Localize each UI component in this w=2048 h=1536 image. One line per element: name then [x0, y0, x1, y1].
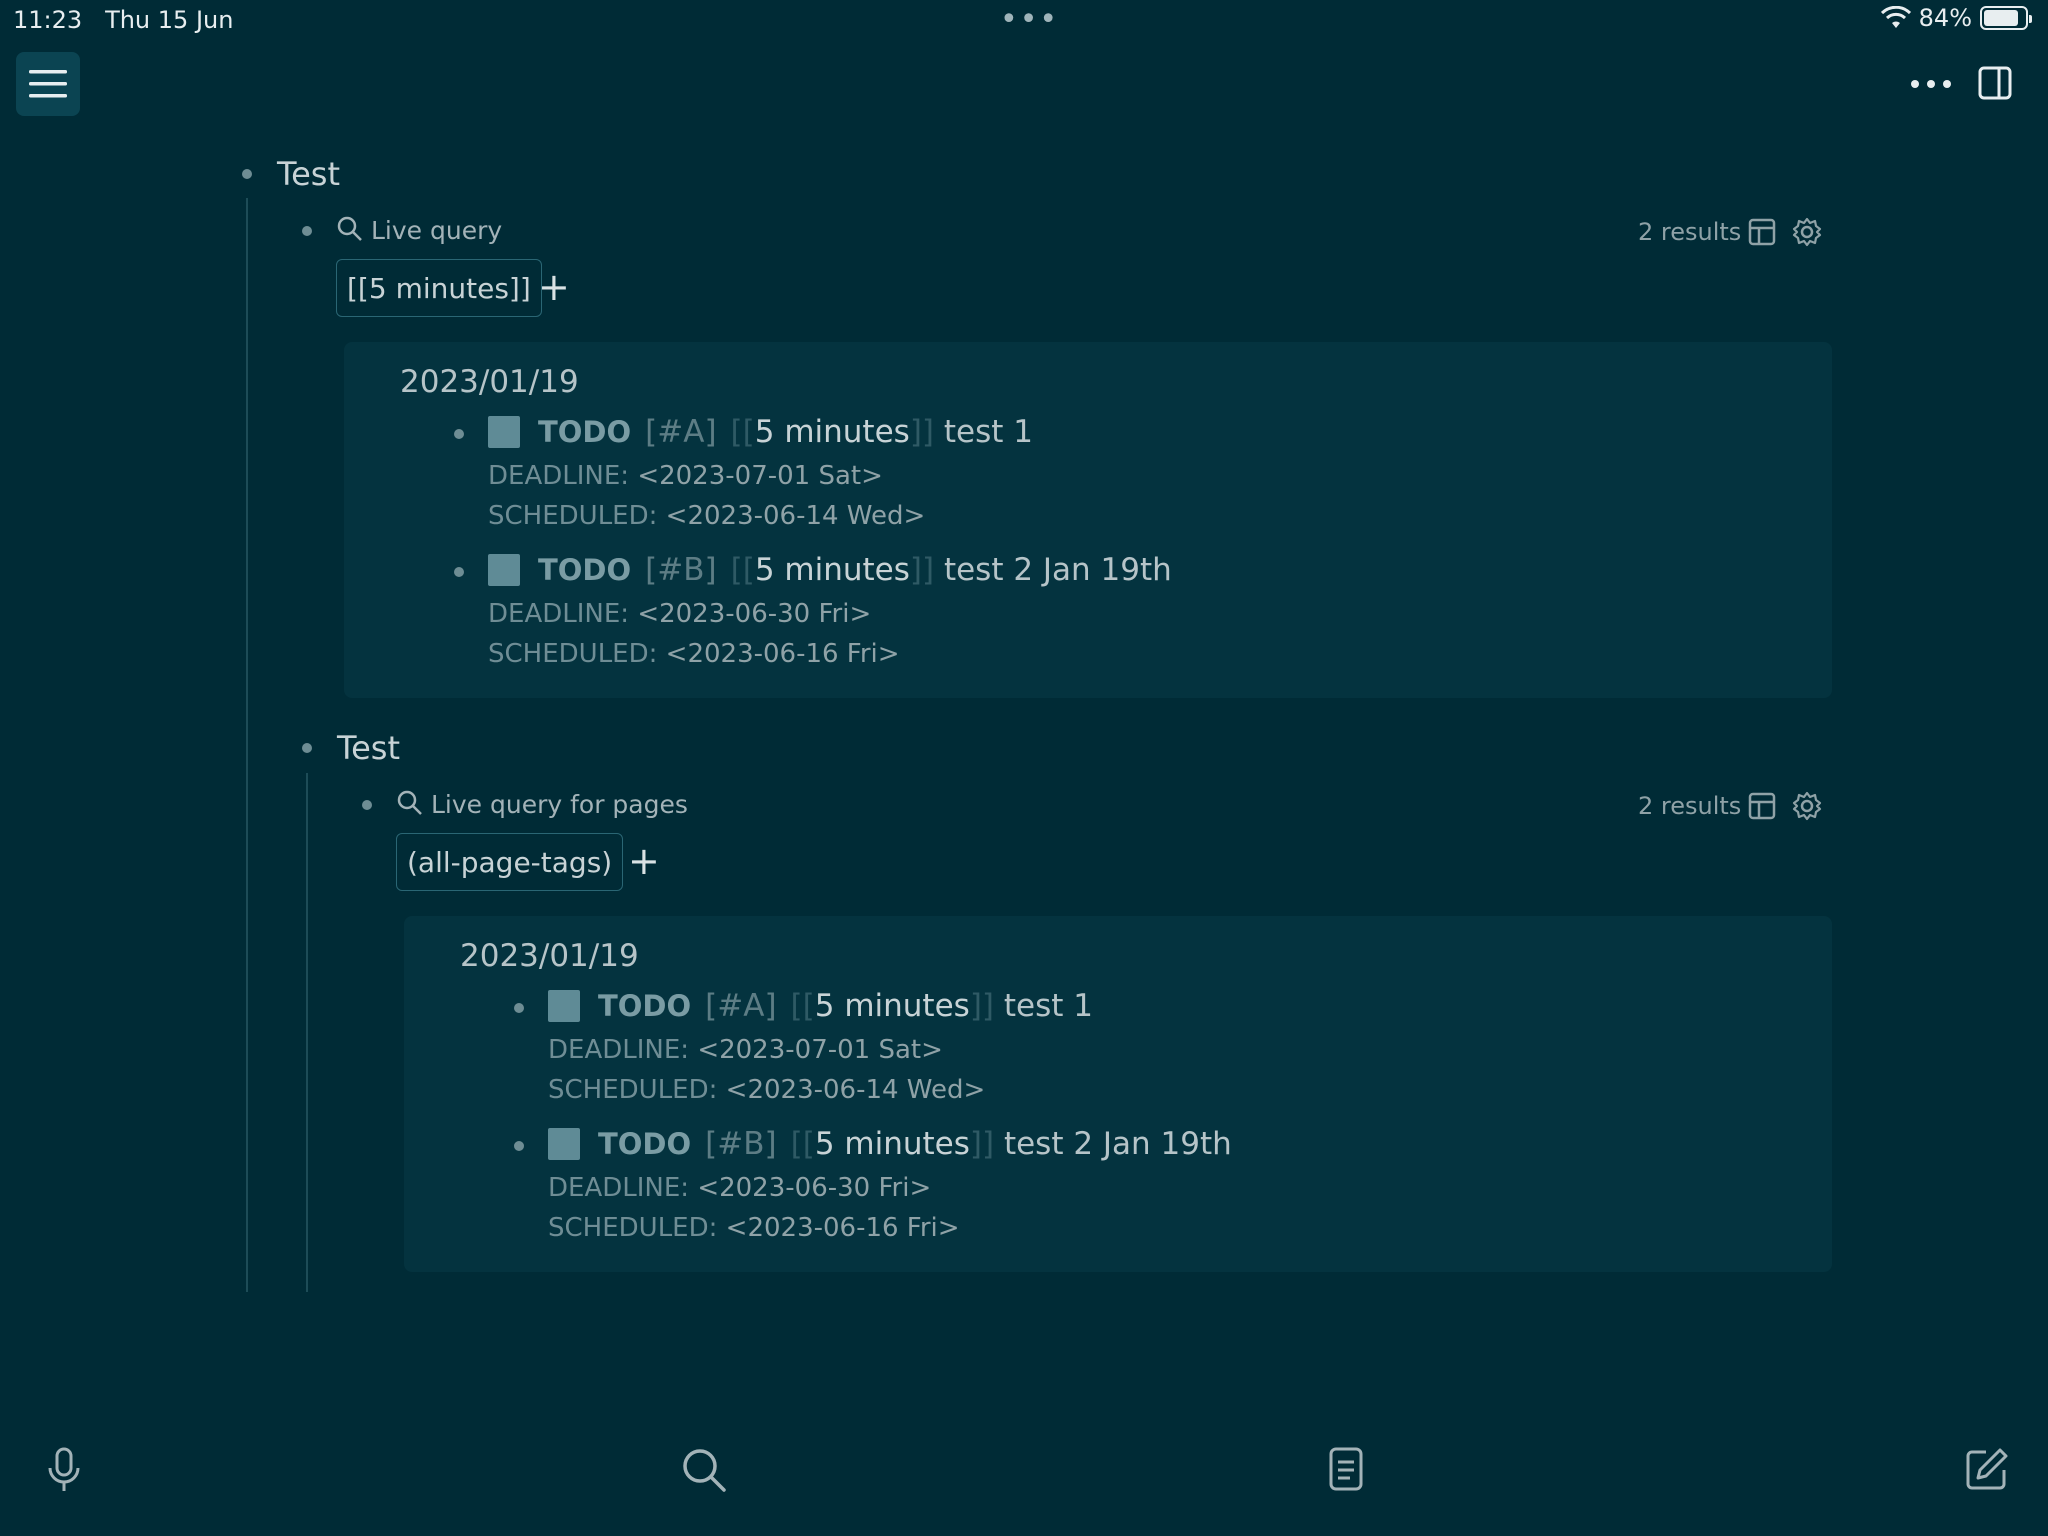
gear-icon[interactable]	[1791, 790, 1823, 822]
ref-bracket-open: [[	[790, 1126, 815, 1162]
block-guide-line	[306, 773, 308, 1292]
todo-checkbox[interactable]	[488, 554, 520, 586]
edit-icon[interactable]	[1964, 1446, 2010, 1492]
result-bullet[interactable]	[454, 429, 464, 439]
block-guide-line	[246, 198, 248, 1292]
todo-text: test 1	[943, 414, 1033, 450]
scheduled: SCHEDULED: <2023-06-14 Wed>	[488, 501, 926, 531]
multitasking-icon[interactable]: •••	[1000, 2, 1059, 37]
result-group-title[interactable]: 2023/01/19	[460, 938, 639, 974]
todo-item[interactable]: TODO [#B] [[5 minutes]] test 2 Jan 19th	[548, 1126, 1232, 1162]
todo-checkbox[interactable]	[548, 1128, 580, 1160]
query-chip[interactable]: (all-page-tags)	[396, 833, 624, 891]
result-bullet[interactable]	[514, 1003, 524, 1013]
page-ref[interactable]: 5 minutes	[755, 552, 910, 588]
priority-tag[interactable]: [#B]	[705, 1126, 776, 1162]
query-label[interactable]: Live query	[371, 216, 502, 245]
result-bullet[interactable]	[514, 1141, 524, 1151]
priority-tag[interactable]: [#B]	[645, 552, 716, 588]
result-group-title[interactable]: 2023/01/19	[400, 364, 579, 400]
block-title[interactable]: Test	[337, 729, 400, 767]
block-title[interactable]: Test	[277, 155, 340, 193]
status-bar: 11:23 Thu 15 Jun ••• 84%	[0, 0, 2048, 40]
add-filter-button[interactable]: +	[628, 842, 660, 880]
todo-text: test 2 Jan 19th	[1003, 1126, 1232, 1162]
ref-bracket-close: ]]	[969, 988, 995, 1024]
scheduled: SCHEDULED: <2023-06-16 Fri>	[548, 1213, 960, 1243]
page-ref[interactable]: 5 minutes	[815, 988, 970, 1024]
todo-item[interactable]: TODO [#A] [[5 minutes]] test 1	[488, 414, 1033, 450]
todo-item[interactable]: TODO [#B] [[5 minutes]] test 2 Jan 19th	[488, 552, 1172, 588]
scheduled: SCHEDULED: <2023-06-14 Wed>	[548, 1075, 986, 1105]
todo-marker[interactable]: TODO	[598, 1127, 691, 1161]
result-bullet[interactable]	[454, 567, 464, 577]
status-time: 11:23 Thu 15 Jun	[13, 6, 234, 34]
todo-marker[interactable]: TODO	[598, 989, 691, 1023]
todo-checkbox[interactable]	[488, 416, 520, 448]
ref-bracket-close: ]]	[909, 552, 935, 588]
results-count: 2 results	[1638, 792, 1742, 820]
deadline: DEADLINE: <2023-06-30 Fri>	[488, 599, 872, 629]
more-horizontal-icon[interactable]	[1905, 62, 1957, 102]
deadline: DEADLINE: <2023-06-30 Fri>	[548, 1173, 932, 1203]
table-icon[interactable]	[1748, 792, 1776, 820]
deadline: DEADLINE: <2023-07-01 Sat>	[488, 461, 883, 491]
page-ref[interactable]: 5 minutes	[755, 414, 910, 450]
microphone-icon[interactable]	[44, 1446, 84, 1494]
block-bullet[interactable]	[242, 169, 252, 179]
ref-bracket-close: ]]	[909, 414, 935, 450]
todo-item[interactable]: TODO [#A] [[5 minutes]] test 1	[548, 988, 1093, 1024]
battery-icon	[1980, 6, 2032, 30]
priority-tag[interactable]: [#A]	[645, 414, 716, 450]
query-bullet[interactable]	[302, 226, 312, 236]
scheduled: SCHEDULED: <2023-06-16 Fri>	[488, 639, 900, 669]
table-icon[interactable]	[1748, 218, 1776, 246]
search-icon[interactable]	[680, 1446, 728, 1494]
search-icon	[397, 790, 422, 815]
query-bullet[interactable]	[362, 800, 372, 810]
gear-icon[interactable]	[1791, 216, 1823, 248]
deadline: DEADLINE: <2023-07-01 Sat>	[548, 1035, 943, 1065]
results-count: 2 results	[1638, 218, 1742, 246]
wifi-icon	[1880, 6, 1911, 28]
ref-bracket-open: [[	[730, 552, 755, 588]
query-results-panel: 2023/01/19 TODO [#A] [[5 minutes]] test …	[344, 342, 1832, 698]
query-results-panel: 2023/01/19 TODO [#A] [[5 minutes]] test …	[404, 916, 1832, 1272]
todo-text: test 1	[1003, 988, 1093, 1024]
battery-percent: 84%	[1918, 4, 1972, 32]
todo-checkbox[interactable]	[548, 990, 580, 1022]
search-icon	[337, 216, 362, 241]
page-ref[interactable]: 5 minutes	[815, 1126, 970, 1162]
hamburger-icon	[29, 70, 67, 98]
menu-button[interactable]	[16, 52, 80, 116]
todo-marker[interactable]: TODO	[538, 553, 631, 587]
todo-text: test 2 Jan 19th	[943, 552, 1172, 588]
add-filter-button[interactable]: +	[538, 268, 570, 306]
query-chip[interactable]: [[5 minutes]]	[336, 259, 542, 317]
sidebar-toggle-icon[interactable]	[1978, 66, 2012, 100]
block-bullet[interactable]	[302, 743, 312, 753]
ref-bracket-open: [[	[730, 414, 755, 450]
ref-bracket-close: ]]	[969, 1126, 995, 1162]
todo-marker[interactable]: TODO	[538, 415, 631, 449]
ref-bracket-open: [[	[790, 988, 815, 1024]
priority-tag[interactable]: [#A]	[705, 988, 776, 1024]
page-icon[interactable]	[1326, 1446, 1366, 1494]
status-right: 84%	[1880, 4, 2032, 32]
query-label[interactable]: Live query for pages	[431, 790, 688, 819]
